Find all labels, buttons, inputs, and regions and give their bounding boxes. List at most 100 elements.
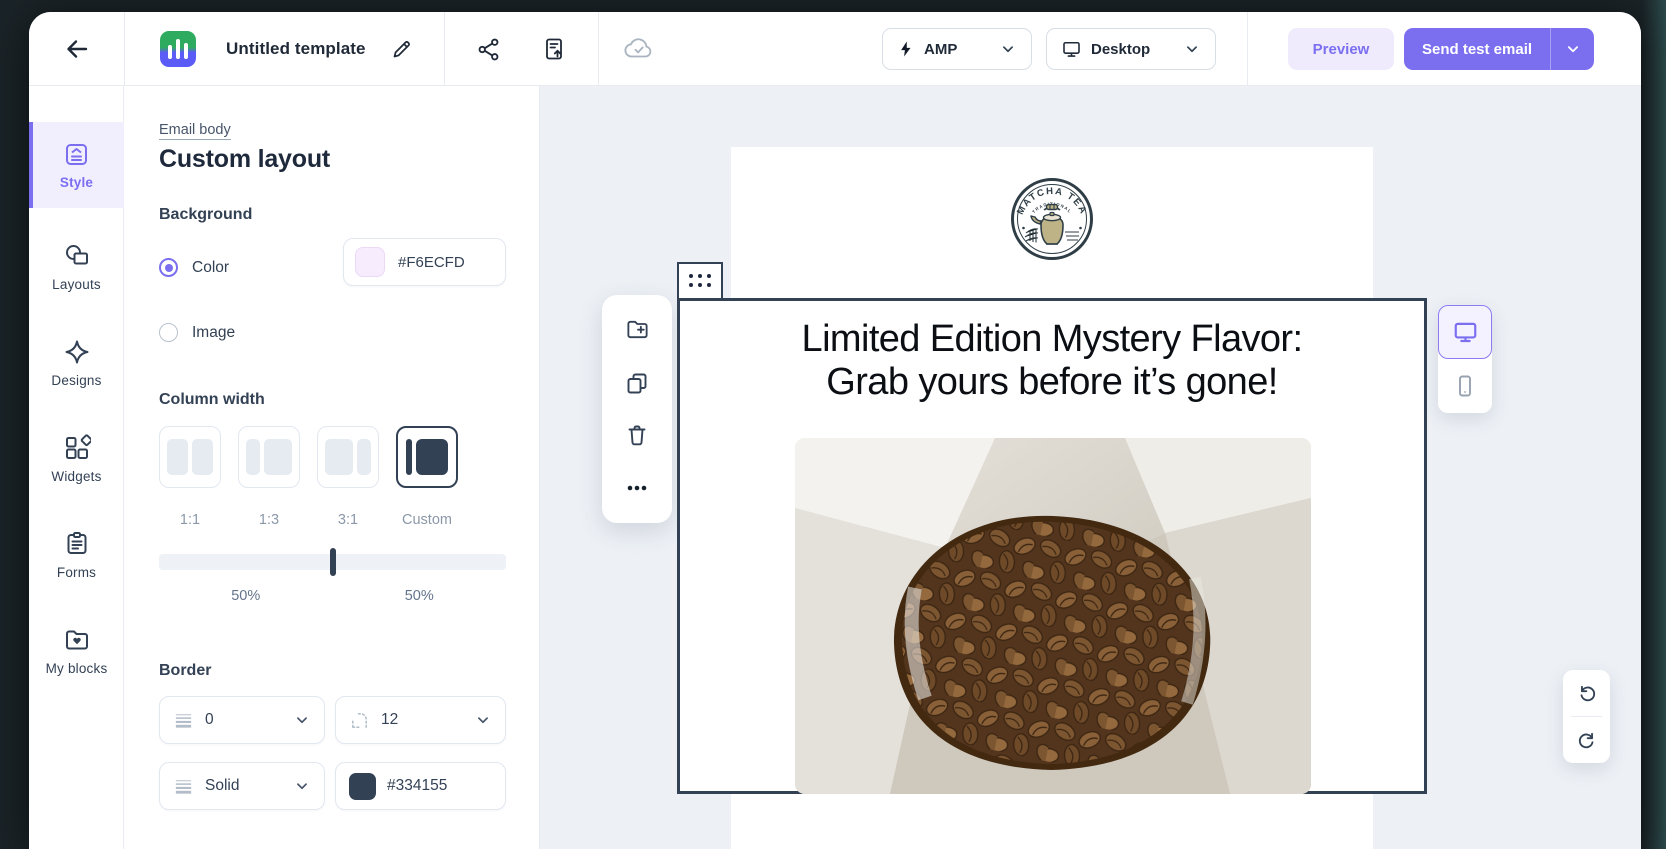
smartphone-icon [1453,374,1477,398]
logo-bar [184,43,188,59]
column-cell [264,439,292,475]
border-style-dropdown[interactable]: Solid [159,762,325,810]
chevron-down-icon [474,711,492,729]
sidebar-item-my-blocks[interactable]: My blocks [29,608,124,694]
duplicate-block-button[interactable] [619,365,655,401]
left-column-percent: 50% [159,588,333,604]
device-label: Desktop [1091,41,1150,58]
redo-button[interactable] [1563,717,1610,763]
column-cell [406,439,412,475]
email-heading[interactable]: Limited Edition Mystery Flavor: Grab you… [680,318,1424,404]
send-test-email-button[interactable]: Send test email [1404,28,1550,70]
preview-label: Preview [1313,41,1370,58]
email-heading-line2: Grab yours before it’s gone! [680,361,1424,404]
export-document-button[interactable] [541,36,567,62]
back-arrow-icon [64,36,90,62]
style-settings-panel: Email body Custom layout Background Colo… [124,86,540,849]
delete-block-button[interactable] [619,417,655,453]
cloud-saved-icon [623,36,655,62]
column-option-labels: 1:1 1:3 3:1 Custom [159,512,506,528]
canvas-device-toggle [1438,305,1492,413]
sidebar-item-widgets[interactable]: Widgets [29,416,124,502]
sparkle-icon [63,338,91,366]
chevron-down-icon [999,40,1017,58]
sidebar-item-layouts[interactable]: Layouts [29,224,124,310]
save-block-button[interactable] [619,312,655,348]
app-window: Untitled template AMP Desktop Preview [29,12,1641,849]
column-cell [325,439,353,475]
block-actions-toolbar [602,295,672,523]
sidebar-item-label: Layouts [52,277,101,292]
panel-title: Custom layout [159,145,330,174]
border-width-value: 0 [205,711,214,729]
amp-mode-dropdown[interactable]: AMP [882,28,1032,70]
column-option-3-1[interactable] [317,426,379,488]
chevron-down-icon [1183,40,1201,58]
copy-icon [625,371,649,395]
widgets-icon [63,434,91,462]
sidebar-item-label: Forms [57,565,96,580]
column-option-label: 1:3 [238,512,300,528]
folder-heart-icon [63,626,91,654]
column-option-label: 3:1 [317,512,379,528]
edit-title-button[interactable] [391,38,413,60]
document-upload-icon [541,36,567,62]
sidebar-item-label: Widgets [51,469,101,484]
selected-layout-block[interactable]: Limited Edition Mystery Flavor: Grab you… [677,298,1427,794]
column-cell [192,439,213,475]
mobile-view-button[interactable] [1438,359,1492,413]
top-bar: Untitled template AMP Desktop Preview [29,12,1641,86]
column-cell [167,439,188,475]
logo-bar [176,39,180,59]
preview-button[interactable]: Preview [1288,28,1394,70]
border-width-dropdown[interactable]: 0 [159,696,325,744]
background-color-radio[interactable]: Color [159,258,229,277]
background-section-heading: Background [159,206,252,224]
sidebar-item-style[interactable]: Style [29,122,124,208]
chevron-down-icon [1564,40,1582,58]
breadcrumb-email-body[interactable]: Email body [159,122,231,140]
sidebar-item-forms[interactable]: Forms [29,512,124,598]
background-color-picker[interactable]: #F6ECFD [343,238,506,286]
undo-button[interactable] [1563,670,1610,716]
border-style-icon [173,776,194,797]
forms-icon [63,530,91,558]
left-nav-sidebar: Style Layouts Designs Widgets Forms My b… [29,86,124,849]
column-option-1-3[interactable] [238,426,300,488]
column-cell [246,439,260,475]
desktop-view-button[interactable] [1438,305,1492,359]
border-color-swatch [349,773,376,800]
radio-label: Color [192,259,229,277]
border-radius-dropdown[interactable]: 12 [335,696,506,744]
column-width-slider[interactable] [159,554,506,570]
sidebar-item-designs[interactable]: Designs [29,320,124,406]
email-logo-image[interactable]: MATCHA TEA TRADITIONAL [1010,177,1094,261]
right-column-percent: 50% [333,588,507,604]
slider-handle[interactable] [330,548,336,576]
email-product-image[interactable] [795,438,1311,794]
background-image-radio[interactable]: Image [159,323,235,342]
column-width-section-heading: Column width [159,391,265,409]
send-test-email-menu-button[interactable] [1550,28,1594,70]
border-color-picker[interactable]: #334155 [335,762,506,810]
template-title: Untitled template [226,12,366,86]
send-test-email-split-button: Send test email [1404,28,1594,70]
block-drag-handle[interactable] [677,262,723,298]
back-button[interactable] [59,31,95,67]
border-color-value: #334155 [387,777,447,795]
device-preview-dropdown[interactable]: Desktop [1046,28,1216,70]
more-options-button[interactable] [619,470,655,506]
undo-icon [1576,682,1598,704]
divider [124,12,125,86]
editor-canvas[interactable]: MATCHA TEA TRADITIONAL [540,86,1641,849]
border-width-icon [173,710,194,731]
column-option-1-1[interactable] [159,426,221,488]
amp-label: AMP [924,41,957,58]
column-option-custom[interactable] [396,426,458,488]
share-button[interactable] [476,37,501,62]
border-style-value: Solid [205,777,239,795]
column-cell [357,439,371,475]
chevron-down-icon [293,777,311,795]
radio-selected-icon [159,258,178,277]
divider [444,12,445,86]
